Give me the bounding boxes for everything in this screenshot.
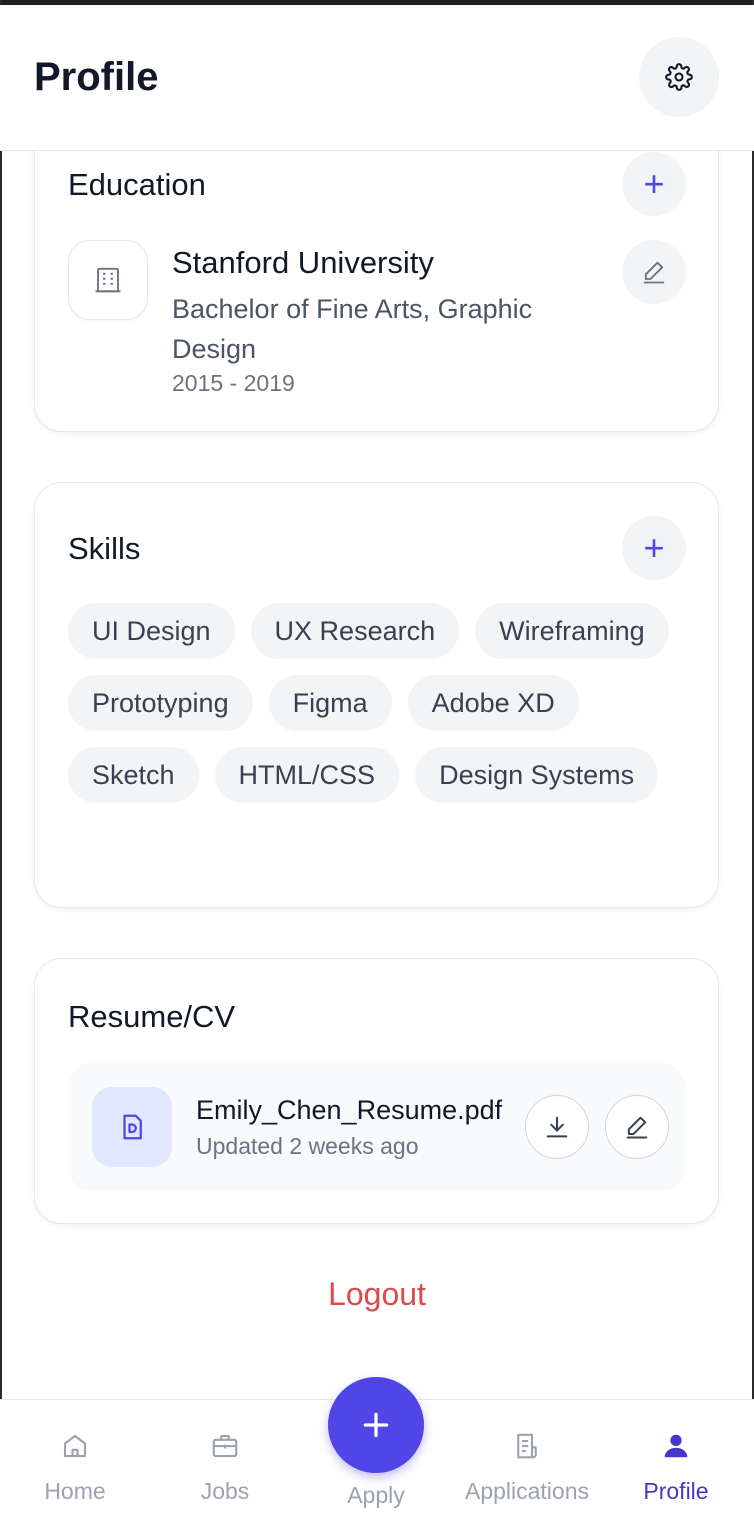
school-name: Stanford University	[172, 245, 434, 280]
skill-chip[interactable]: UX Research	[250, 603, 460, 659]
nav-label-apply: Apply	[347, 1482, 405, 1508]
skill-chip[interactable]: HTML/CSS	[214, 747, 400, 803]
education-title: Education	[68, 167, 206, 202]
resume-updated-text: Updated 2 weeks ago	[196, 1133, 419, 1159]
add-skill-button[interactable]: +	[622, 516, 686, 580]
settings-button[interactable]	[639, 37, 719, 117]
skill-chip[interactable]: UI Design	[68, 603, 235, 659]
nav-item-home[interactable]: Home	[0, 1400, 150, 1528]
nav-item-jobs[interactable]: Jobs	[150, 1400, 300, 1528]
plus-icon: +	[643, 527, 665, 568]
skills-card: Skills + UI Design UX Research Wireframi…	[34, 482, 719, 908]
degree-text: Bachelor of Fine Arts, Graphic Design	[172, 294, 533, 364]
skills-list: UI Design UX Research Wireframing Protot…	[68, 603, 688, 803]
skill-chip[interactable]: Wireframing	[475, 603, 669, 659]
pencil-icon	[643, 261, 665, 284]
nav-item-applications[interactable]: Applications	[452, 1400, 602, 1528]
briefcase-icon	[212, 1434, 238, 1458]
resume-title: Resume/CV	[68, 999, 236, 1034]
resume-file-name: Emily_Chen_Resume.pdf	[196, 1095, 503, 1125]
nav-label-home: Home	[44, 1478, 106, 1504]
nav-item-profile[interactable]: Profile	[601, 1400, 751, 1528]
plus-icon	[363, 1412, 389, 1438]
user-icon	[664, 1434, 688, 1458]
skill-chip[interactable]: Figma	[268, 675, 392, 731]
document-icon	[123, 1114, 142, 1140]
gear-icon	[665, 63, 693, 91]
building-icon	[95, 267, 121, 293]
app-header: Profile	[0, 5, 754, 151]
file-thumbnail	[92, 1087, 172, 1167]
page-title: Profile	[34, 55, 159, 99]
pencil-icon	[626, 1116, 648, 1139]
edit-education-button[interactable]	[622, 240, 686, 304]
home-icon	[63, 1434, 87, 1458]
skills-title: Skills	[68, 531, 141, 566]
education-card: Education + Stanford University Bachelor…	[34, 110, 719, 432]
nav-label-applications: Applications	[464, 1478, 590, 1504]
nav-label-profile: Profile	[643, 1478, 709, 1504]
resume-file-row: Emily_Chen_Resume.pdf Updated 2 weeks ag…	[68, 1063, 685, 1191]
skill-chip[interactable]: Design Systems	[415, 747, 659, 803]
logout-button[interactable]: Logout	[0, 1276, 754, 1313]
plus-icon: +	[643, 163, 665, 204]
school-logo	[68, 240, 148, 320]
download-icon	[546, 1116, 568, 1138]
skill-chip[interactable]: Adobe XD	[407, 675, 579, 731]
download-resume-button[interactable]	[525, 1095, 589, 1159]
edit-resume-button[interactable]	[605, 1095, 669, 1159]
add-education-button[interactable]: +	[622, 152, 686, 216]
nav-label-jobs: Jobs	[200, 1478, 250, 1504]
resume-card: Resume/CV Emily_Chen_Resume.pdf Updated …	[34, 958, 719, 1224]
apply-button[interactable]	[328, 1377, 424, 1473]
skill-chip[interactable]: Prototyping	[68, 675, 253, 731]
document-list-icon	[517, 1433, 537, 1459]
skill-chip[interactable]: Sketch	[68, 747, 199, 803]
education-years: 2015 - 2019	[172, 370, 295, 396]
